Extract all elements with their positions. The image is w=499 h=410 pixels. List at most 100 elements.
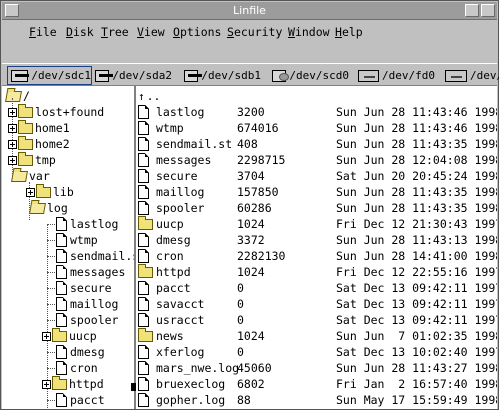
tree-item-label: tmp: [35, 153, 56, 167]
tree-item-label: sendmail.st: [70, 249, 134, 263]
menu-tree[interactable]: Tree: [101, 25, 129, 39]
file-size: 3704: [237, 169, 265, 183]
tree-item-label: spooler: [70, 313, 119, 327]
tree-item-httpd[interactable]: httpd: [42, 375, 104, 392]
file-row[interactable]: spooler 60286 Sun Jun 28 11:43:35 1998: [138, 200, 497, 216]
device-button-4[interactable]: /dev/fd0: [355, 66, 435, 85]
maximize-button[interactable]: [481, 4, 495, 17]
tree-item-label: httpd: [69, 377, 104, 391]
expand-icon[interactable]: [42, 331, 51, 341]
folder-icon: [18, 103, 33, 118]
tree-item-pacct[interactable]: pacct: [56, 392, 105, 408]
file-row[interactable]: pacct 0 Sat Dec 13 09:42:11 1997: [138, 280, 497, 296]
file-row[interactable]: bruexeclog 6802 Fri Jan 2 16:57:40 1998: [138, 376, 497, 392]
file-icon: [138, 345, 149, 359]
file-icon: [56, 297, 67, 311]
hard-drive-icon: [11, 69, 30, 82]
file-row[interactable]: uucp 1024 Fri Dec 12 21:30:43 1997: [138, 216, 497, 232]
menu-bar: File Disk Tree View Options Security Window Hel…: [2, 21, 497, 43]
device-button-1[interactable]: /dev/sda2: [92, 66, 172, 85]
menu-security-mnemonic: S: [227, 25, 234, 39]
file-row[interactable]: dmesg 3372 Sun Jun 28 11:43:13 1998: [138, 232, 497, 248]
tree-item-label: lost+found: [35, 105, 105, 119]
file-date: Sun Jun 28 11:43:46 1998: [336, 105, 497, 119]
tree-item-lost-found[interactable]: lost+found: [8, 103, 105, 120]
minimize-button[interactable]: [465, 4, 479, 17]
tree-item-sendmail-st[interactable]: sendmail.st: [56, 248, 134, 264]
file-row[interactable]: messages 2298715 Sun Jun 28 12:04:08 1998: [138, 152, 497, 168]
file-row[interactable]: httpd 1024 Fri Dec 12 22:55:16 1997: [138, 264, 497, 280]
expand-icon[interactable]: [8, 139, 17, 149]
tree-item-label: lastlog: [70, 217, 119, 231]
menu-view[interactable]: View: [137, 25, 165, 39]
file-row[interactable]: news 1024 Sun Jun 7 01:02:35 1998: [138, 328, 497, 344]
tree-item-lastlog[interactable]: lastlog: [56, 216, 118, 232]
tree-item-dmesg[interactable]: dmesg: [56, 344, 105, 360]
expand-icon[interactable]: [8, 155, 17, 165]
file-size: 1024: [237, 329, 265, 343]
menu-help[interactable]: Help: [335, 25, 363, 39]
menu-file-label: ile: [35, 25, 57, 39]
file-size: 0: [237, 297, 244, 311]
expand-icon[interactable]: [8, 107, 17, 117]
tree-item-label: wtmp: [70, 233, 98, 247]
directory-tree-pane[interactable]: / lost+found home1 home2 tmp var lib log lastlog…: [2, 85, 134, 409]
tree-item-tmp[interactable]: tmp: [8, 151, 56, 168]
title-bar[interactable]: Linfile: [2, 2, 497, 20]
tree-item-messages[interactable]: messages: [56, 264, 125, 280]
file-name: mars_nwe.log: [156, 361, 240, 375]
file-row[interactable]: sendmail.st 408 Sun Jun 28 11:43:35 1998: [138, 136, 497, 152]
menu-tree-label: ree: [107, 25, 129, 39]
tree-item-log[interactable]: log: [29, 200, 68, 216]
menu-file[interactable]: File: [29, 25, 57, 39]
menu-security[interactable]: Security: [227, 25, 282, 39]
tree-item-cron[interactable]: cron: [56, 360, 98, 376]
file-icon: [56, 313, 67, 327]
tree-item-var[interactable]: var: [11, 168, 50, 184]
tree-item-spooler[interactable]: spooler: [56, 312, 118, 328]
file-name: wtmp: [156, 121, 184, 135]
file-icon: [138, 249, 149, 263]
device-button-5[interactable]: /dev/: [442, 66, 499, 85]
tree-item-root[interactable]: /: [5, 88, 30, 104]
file-row[interactable]: mars_nwe.log 45060 Sun Jun 28 11:43:27 199…: [138, 360, 497, 376]
file-row[interactable]: cron 2282130 Sun Jun 28 14:41:00 1998: [138, 248, 497, 264]
menu-disk[interactable]: Disk: [66, 25, 94, 39]
file-list-pane[interactable]: ↑.. lastlog 3200 Sun Jun 28 11:43:46 1998 wt…: [136, 85, 497, 409]
file-icon: [138, 393, 149, 407]
file-row[interactable]: wtmp 674016 Sun Jun 28 11:43:46 1998: [138, 120, 497, 136]
tree-item-maillog[interactable]: maillog: [56, 296, 118, 312]
device-button-3[interactable]: /dev/scd0: [269, 66, 349, 85]
file-icon: [138, 105, 149, 119]
tree-item-lib[interactable]: lib: [26, 183, 74, 200]
tree-item-wtmp[interactable]: wtmp: [56, 232, 98, 248]
menu-options-mnemonic: O: [173, 25, 180, 39]
menu-help-mnemonic: H: [335, 25, 342, 39]
folder-icon: [52, 375, 67, 390]
device-button-0[interactable]: /dev/sdc1: [7, 66, 92, 85]
expand-icon[interactable]: [26, 187, 35, 197]
expand-icon[interactable]: [42, 379, 51, 389]
tree-item-secure[interactable]: secure: [56, 280, 112, 296]
file-row[interactable]: xferlog 0 Sat Dec 13 10:02:40 1997: [138, 344, 497, 360]
tree-item-home2[interactable]: home2: [8, 135, 70, 152]
menu-view-mnemonic: V: [137, 25, 144, 39]
tree-item-label: dmesg: [70, 345, 105, 359]
file-row[interactable]: maillog 157850 Sun Jun 28 11:43:35 1998: [138, 184, 497, 200]
file-row[interactable]: savacct 0 Sat Dec 13 09:42:11 1997: [138, 296, 497, 312]
parent-directory-entry[interactable]: ↑..: [138, 88, 160, 104]
tree-item-label: pacct: [70, 393, 105, 407]
file-name: messages: [156, 153, 212, 167]
window-menu-button[interactable]: [5, 4, 19, 17]
tree-item-home1[interactable]: home1: [8, 119, 70, 136]
file-row[interactable]: secure 3704 Sat Jun 20 20:45:24 1998: [138, 168, 497, 184]
menu-options[interactable]: Options: [173, 25, 221, 39]
device-button-2[interactable]: /dev/sdb1: [181, 66, 261, 85]
tree-item-uucp[interactable]: uucp: [42, 327, 97, 344]
file-row[interactable]: gopher.log 88 Sun May 17 15:59:49 1998: [138, 392, 497, 408]
file-row[interactable]: usracct 0 Sat Dec 13 09:42:11 1997: [138, 312, 497, 328]
expand-icon[interactable]: [8, 123, 17, 133]
file-row[interactable]: lastlog 3200 Sun Jun 28 11:43:46 1998: [138, 104, 497, 120]
file-icon: [56, 393, 67, 407]
menu-window[interactable]: Window: [288, 25, 330, 39]
